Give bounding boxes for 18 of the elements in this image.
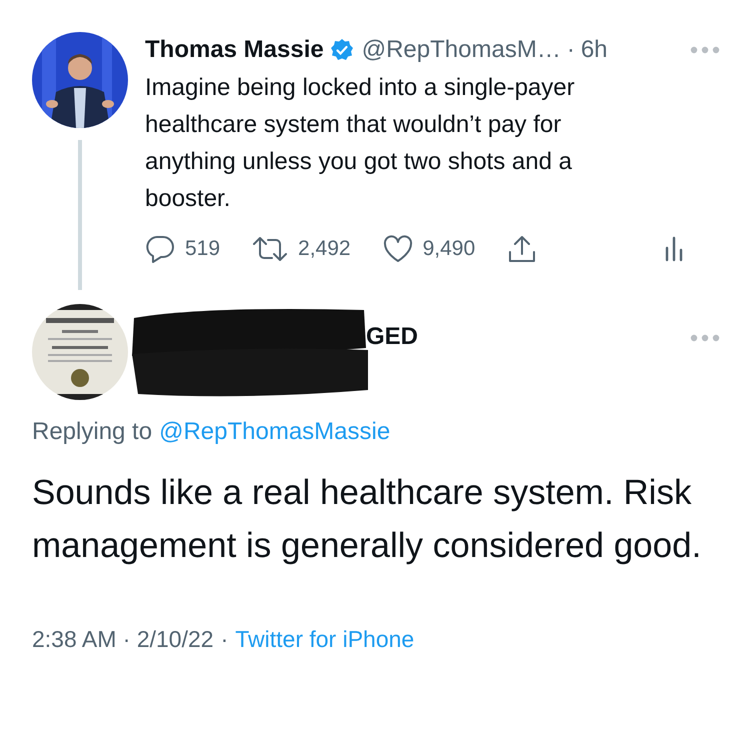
timestamp[interactable]: 2:38 AM · 2/10/22 — [32, 622, 214, 656]
tweet-time[interactable]: 6h — [580, 32, 608, 68]
reply-count: 519 — [185, 236, 220, 262]
replying-to-label: Replying to — [32, 417, 152, 447]
separator: · — [220, 625, 228, 654]
user-name[interactable]: GED — [366, 319, 418, 355]
author-handle[interactable]: @RepThomasM… — [362, 32, 561, 68]
like-count: 9,490 — [422, 236, 476, 262]
separator: · — [566, 35, 575, 65]
retweet-icon[interactable] — [252, 236, 288, 262]
share-icon[interactable] — [507, 234, 538, 264]
heart-icon[interactable] — [382, 234, 413, 263]
analytics-icon[interactable] — [664, 236, 684, 262]
author-name[interactable]: Thomas Massie — [145, 32, 324, 68]
reply-text: Sounds like a real healthcare system. Risk management is generally considered good. — [31, 472, 702, 567]
tweet-text: Imagine being locked into a single-payer healthcare system that wouldn’t pay for anything unless you got two shots and a booster. — [145, 73, 576, 214]
reply-icon[interactable] — [145, 234, 175, 263]
retweet-count: 2,492 — [298, 236, 351, 262]
